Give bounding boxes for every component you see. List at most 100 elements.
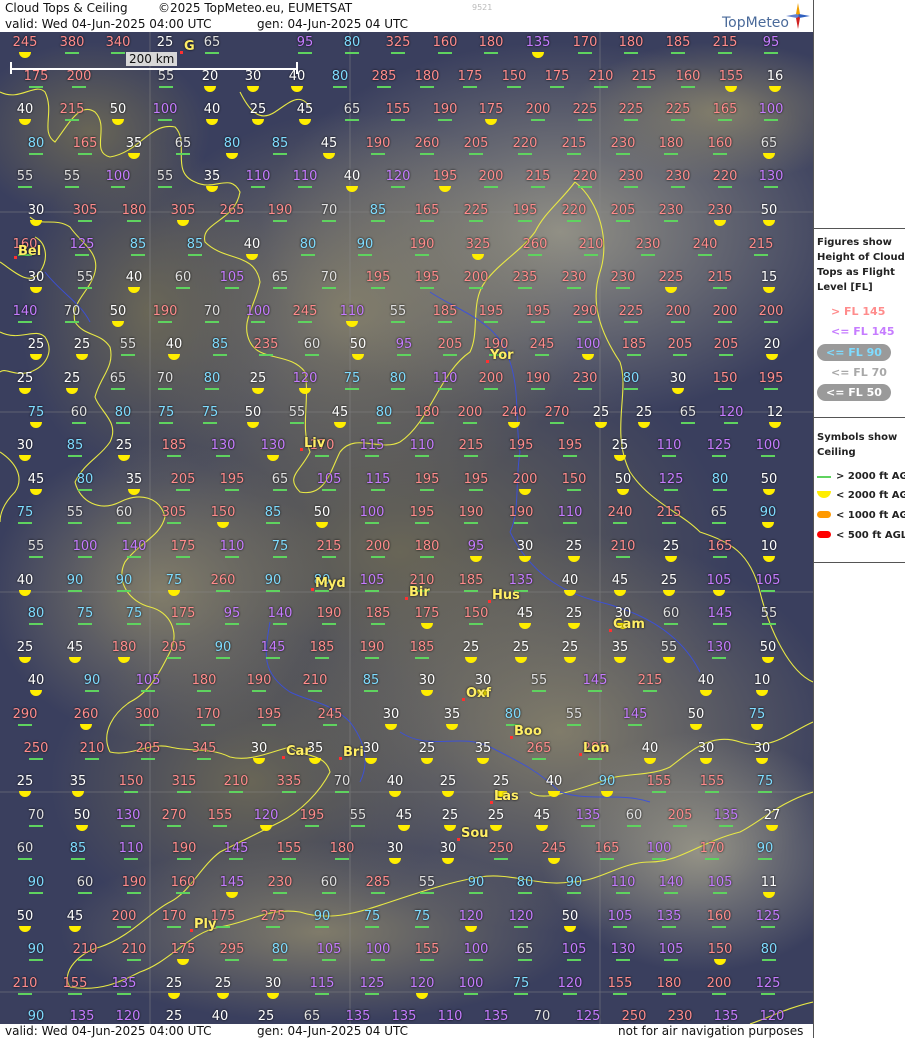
flight-level-label: 85: [211, 337, 229, 352]
cloud-top-value: 215: [635, 673, 667, 701]
cloud-top-value: 210: [119, 942, 151, 970]
flight-level-label: 345: [191, 741, 217, 756]
ceiling-line-icon: [535, 354, 549, 356]
flight-level-label: 135: [345, 1009, 371, 1024]
cloud-top-value: 65: [265, 472, 297, 500]
cloud-top-value: 90: [461, 875, 493, 903]
ceiling-cap-icon: [663, 657, 675, 663]
flight-level-label: 50: [760, 203, 778, 218]
ceiling-line-icon: [713, 287, 727, 289]
flight-level-label: 60: [662, 606, 680, 621]
cloud-top-value: 55: [343, 808, 375, 836]
cloud-top-value: 170: [570, 35, 602, 63]
cloud-top-value: 120: [251, 808, 283, 836]
ceiling-cap-icon: [470, 556, 482, 562]
flight-level-label: 55: [660, 640, 678, 655]
ceiling-cap-icon: [204, 86, 216, 92]
flight-level-label: 16: [766, 69, 784, 84]
flight-level-label: 75: [756, 774, 774, 789]
flight-level-label: 50: [349, 337, 367, 352]
ceiling-cap-icon: [713, 590, 725, 596]
ceiling-line-icon: [116, 422, 130, 424]
flight-level-label: 230: [267, 875, 293, 890]
flight-level-label: 65: [710, 505, 728, 520]
flight-level-label: 200: [665, 304, 691, 319]
city-dot-icon: [405, 597, 408, 600]
ceiling-line-icon: [588, 758, 602, 760]
flight-level-label: 40: [561, 573, 579, 588]
ceiling-cap-icon: [446, 724, 458, 730]
cloud-top-value: 180: [327, 841, 359, 869]
flight-level-label: 215: [458, 438, 484, 453]
ceiling-line-icon: [550, 86, 564, 88]
cloud-top-value: 155: [383, 102, 415, 130]
ceiling-line-icon: [117, 590, 131, 592]
ceiling-line-icon: [420, 86, 434, 88]
cloud-top-value: 135: [67, 1009, 99, 1024]
cloud-top-value: 145: [221, 841, 253, 869]
cloud-top-value: 50: [10, 909, 42, 937]
cloud-top-value: 190: [314, 606, 346, 634]
cloud-top-value: 80: [197, 371, 229, 399]
flight-level-label: 230: [572, 371, 598, 386]
flight-level-label: 195: [758, 371, 784, 386]
flight-level-label: 210: [12, 976, 38, 991]
ceiling-line-icon: [322, 220, 336, 222]
satellite-map[interactable]: 245 380 340 25 65 95 80 325 160 180 135 170 180 185 21…: [0, 32, 813, 1024]
flight-level-label: 230: [667, 1009, 693, 1024]
flight-level-label: 60: [16, 841, 34, 856]
ceiling-line-icon: [464, 993, 478, 995]
cloud-top-value: 175: [542, 69, 574, 97]
ceiling-line-icon: [664, 489, 678, 491]
ceiling-cap-icon: [118, 657, 130, 663]
flight-level-label: 40: [697, 673, 715, 688]
flight-level-label: 90: [27, 942, 45, 957]
cloud-top-value: 205: [711, 337, 743, 365]
ceiling-line-icon: [322, 623, 336, 625]
flight-level-label: 90: [313, 909, 331, 924]
cloud-top-value: 95: [290, 35, 322, 63]
cloud-top-value: 195: [412, 270, 444, 298]
cloud-top-value: 55: [654, 640, 686, 668]
cloud-top-value: 245: [539, 841, 571, 869]
flight-level-label: 85: [271, 136, 289, 151]
cloud-top-value: 225: [570, 102, 602, 130]
cloud-top-value: 60: [168, 270, 200, 298]
cloud-top-value: 195: [412, 472, 444, 500]
flight-level-label: 30: [753, 741, 771, 756]
flight-level-label: 175: [170, 942, 196, 957]
flight-level-label: 60: [320, 875, 338, 890]
cloud-top-value: 215: [456, 438, 488, 466]
ceiling-line-icon: [518, 959, 532, 961]
cloud-top-value: 60: [619, 808, 651, 836]
flight-level-label: 40: [203, 102, 221, 117]
flight-level-label: 110: [292, 169, 318, 184]
cloud-top-value: 50: [754, 472, 786, 500]
flight-level-label: 185: [309, 640, 335, 655]
cloud-top-value: 75: [151, 405, 183, 433]
flight-level-label: 155: [207, 808, 233, 823]
flight-level-label: 30: [697, 741, 715, 756]
cloud-top-value: 230: [570, 371, 602, 399]
cloud-top-value: 180: [616, 35, 648, 63]
cloud-top-value: 45: [325, 405, 357, 433]
ceiling-line-icon: [761, 926, 775, 928]
cloud-top-value: 160: [704, 909, 736, 937]
cloud-top-value: 45: [60, 640, 92, 668]
flight-level-label: 340: [105, 35, 131, 50]
ceiling-cap-icon: [519, 623, 531, 629]
ceiling-line-icon: [528, 254, 542, 256]
flight-level-label: 30: [382, 707, 400, 722]
cloud-top-value: 25: [21, 337, 53, 365]
ceiling-line-icon: [29, 153, 43, 155]
ceiling-line-icon: [514, 993, 528, 995]
ceiling-line-icon: [315, 657, 329, 659]
ceiling-line-icon: [420, 892, 434, 894]
flight-level-label: 25: [165, 1009, 183, 1024]
flight-level-label: 25: [611, 438, 629, 453]
ceiling-line-icon: [713, 153, 727, 155]
cloud-top-value: 220: [710, 169, 742, 197]
ceiling-cap-icon: [30, 354, 42, 360]
flight-level-label: 140: [658, 875, 684, 890]
city-label: Yor: [490, 348, 514, 363]
